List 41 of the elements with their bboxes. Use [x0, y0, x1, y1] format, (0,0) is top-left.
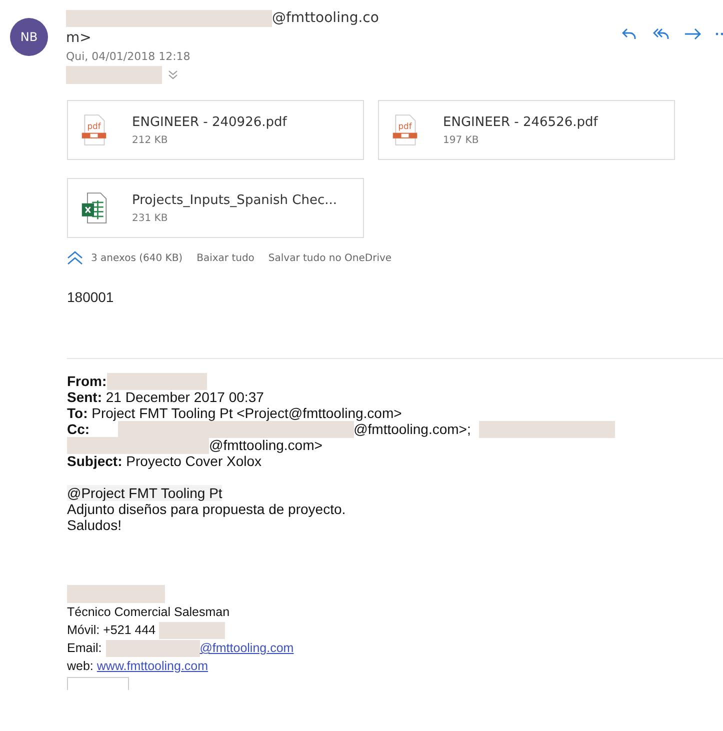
signature-phone: Móvil: +521 444 [67, 623, 156, 637]
collapse-icon[interactable] [67, 251, 83, 265]
signature-label: Email: [67, 641, 102, 655]
header-value: Proyecto Cover Xolox [125, 453, 262, 469]
signature-label: web: [67, 659, 94, 673]
attachment-card[interactable]: pdf ENGINEER - 240926.pdf 212 KB [67, 100, 364, 160]
avatar: NB [10, 18, 48, 56]
attachment-card[interactable]: pdf ENGINEER - 246526.pdf 197 KB [378, 100, 675, 160]
signature-title: Técnico Comercial Salesman [67, 604, 231, 621]
header-value: @fmttooling.com> [209, 437, 322, 453]
file-name: Projects_Inputs_Spanish Chec... [132, 192, 338, 208]
web-link[interactable]: www.fmttooling.com [96, 659, 208, 673]
file-size: 197 KB [443, 134, 480, 146]
message-text: Adjunto diseños para propuesta de proyecto. [67, 501, 347, 517]
header-label: Subject: [67, 453, 122, 469]
body-text: 180001 [67, 289, 115, 305]
header-value: 21 December 2017 00:37 [104, 389, 264, 405]
file-name: ENGINEER - 240926.pdf [132, 114, 287, 130]
header-value: @fmttooling.com>; [354, 421, 471, 437]
sender-address: m> [66, 30, 92, 46]
attachment-action-link[interactable]: Baixar tudo [196, 252, 254, 264]
header-label: From: [67, 373, 107, 389]
header-label: Sent: [67, 389, 102, 405]
mention[interactable]: @Project FMT Tooling Pt [67, 485, 222, 501]
spreadsheet-file-icon [80, 191, 108, 225]
file-size: 231 KB [132, 212, 169, 224]
attachment-summary: 3 anexos (640 KB) [91, 252, 183, 264]
header-value: Project FMT Tooling Pt <Project@fmttooling.com> [90, 405, 402, 421]
attachment-card[interactable]: Projects_Inputs_Spanish Chec... 231 KB [67, 178, 364, 238]
file-name: ENGINEER - 246526.pdf [443, 114, 598, 130]
email-link[interactable]: @fmttooling.com [200, 641, 294, 655]
file-size: 212 KB [132, 134, 169, 146]
date: Qui, 04/01/2018 12:18 [66, 50, 192, 63]
redaction [158, 622, 225, 638]
attachment-action-link[interactable]: Salvar tudo no OneDrive [268, 252, 392, 264]
expand-icon[interactable] [168, 70, 178, 80]
sender-address: @fmttooling.co [272, 10, 379, 26]
image-placeholder [67, 677, 129, 690]
header-label: Cc: [67, 421, 90, 437]
header-label: To: [67, 405, 88, 421]
message-text: Saludos! [67, 517, 122, 533]
